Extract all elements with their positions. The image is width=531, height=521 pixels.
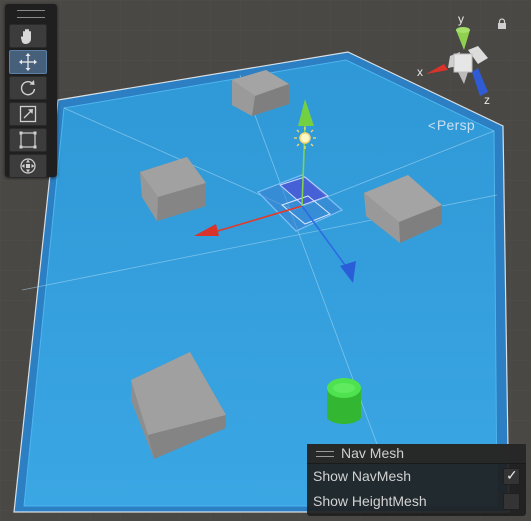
gizmo-y-label: y (458, 12, 464, 26)
overlay-drag-handle[interactable] (316, 451, 334, 457)
nav-mesh-overlay: Nav Mesh Show NavMesh ✓ Show HeightMesh (307, 444, 526, 516)
gizmo-x-cone[interactable] (426, 64, 448, 74)
move-arrows-icon (19, 53, 37, 71)
nav-mesh-header[interactable]: Nav Mesh (307, 444, 526, 464)
show-heightmesh-label: Show HeightMesh (313, 493, 427, 509)
scale-icon (19, 105, 37, 123)
gizmo-x-label: x (417, 65, 423, 79)
rotate-tool-button[interactable] (9, 76, 47, 100)
rotate-icon (20, 80, 36, 96)
move-tool-button[interactable] (9, 50, 47, 74)
show-heightmesh-checkbox[interactable] (503, 493, 520, 510)
lock-icon[interactable] (497, 18, 507, 29)
gizmo-z-label: z (484, 93, 490, 107)
gizmo-neg-y-cone[interactable] (458, 72, 468, 84)
nav-mesh-title: Nav Mesh (341, 445, 405, 461)
projection-toggle[interactable]: <Persp (428, 117, 475, 133)
scale-tool-button[interactable] (9, 102, 47, 126)
nav-agent-capsule[interactable] (327, 378, 361, 425)
persp-arrow-icon: < (428, 118, 436, 133)
toolbar-drag-handle[interactable] (17, 10, 45, 18)
checkmark-icon: ✓ (506, 467, 518, 483)
rect-tool-button[interactable] (9, 128, 47, 152)
hand-tool-button[interactable] (9, 24, 47, 48)
navmesh-surface (23, 59, 498, 507)
persp-label: Persp (436, 117, 475, 133)
rect-icon (19, 131, 37, 149)
scene-viewport[interactable]: y x z <Persp Nav Mesh Show NavMesh ✓ Sho… (0, 0, 531, 521)
transform-icon (20, 158, 36, 174)
gizmo-z-cone[interactable] (472, 68, 488, 96)
show-navmesh-label: Show NavMesh (313, 468, 412, 484)
show-navmesh-checkbox[interactable]: ✓ (503, 467, 520, 485)
hand-icon (20, 29, 31, 44)
transform-tool-button[interactable] (9, 154, 47, 178)
gizmo-center-cube[interactable] (453, 53, 473, 73)
tool-palette (5, 4, 57, 178)
